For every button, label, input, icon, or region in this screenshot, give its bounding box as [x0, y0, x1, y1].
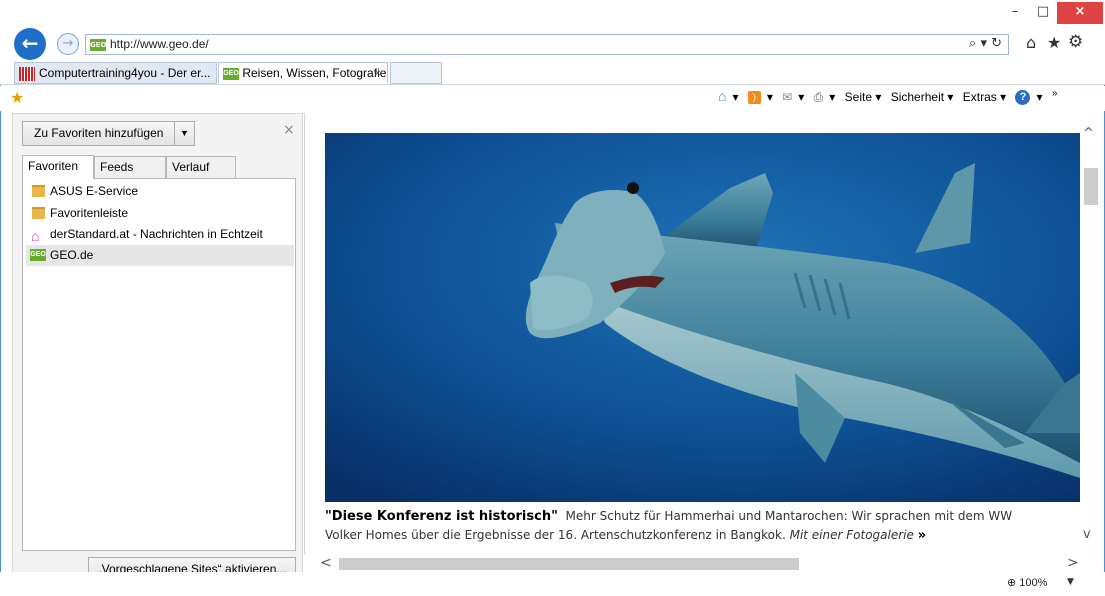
menu-sicherheit[interactable]: Sicherheit ▾ [891, 90, 954, 104]
rss-feed-icon[interactable]: ) [747, 91, 761, 105]
scroll-left-icon[interactable]: < [320, 555, 332, 571]
command-items: ⌂ ▾ ) ▾ ✉ ▾ ⎙ ▾ Seite ▾ Sicherheit ▾ Extras … [718, 88, 1063, 106]
geo-favicon-icon: GEO [90, 39, 107, 51]
scroll-up-icon[interactable]: ^ [1083, 126, 1094, 141]
minimize-button[interactable]: – [1001, 2, 1029, 24]
menu-extras[interactable]: Extras ▾ [963, 90, 1006, 104]
favorite-item-asus[interactable]: ASUS E-Service [26, 181, 294, 202]
tab-label: Reisen, Wissen, Fotografie: ... [242, 66, 388, 80]
print-icon[interactable]: ⎙ [814, 90, 824, 104]
tab-geo[interactable]: GEO Reisen, Wissen, Fotografie: ... × [218, 62, 388, 84]
address-search-refresh-icons[interactable]: ⌕ ▾ ↻ [969, 36, 1002, 51]
favorite-label: GEO.de [50, 248, 94, 262]
favorite-label: Favoritenleiste [50, 206, 129, 220]
tab-label: Computertraining4you - Der er... [39, 66, 211, 80]
folder-icon [32, 207, 45, 219]
favorites-star-icon[interactable]: ★ [1047, 33, 1061, 52]
status-bar [0, 572, 1105, 596]
home-icon[interactable]: ⌂ [1026, 33, 1036, 52]
menu-seite[interactable]: Seite ▾ [845, 90, 882, 104]
favorites-list: ASUS E-Service Favoritenleiste ⌂ derStan… [22, 178, 296, 551]
dropdown-icon[interactable]: ▾ [798, 90, 804, 104]
mail-icon[interactable]: ✉ [782, 90, 792, 104]
favorite-item-geo[interactable]: GEO GEO.de [26, 245, 294, 266]
forward-arrow-icon: → [62, 36, 74, 51]
back-button[interactable]: ← [14, 28, 46, 60]
add-favorites-bar-icon[interactable]: ★ [10, 88, 24, 107]
gallery-arrow[interactable]: » [918, 528, 926, 543]
hammerhead-shark-photo[interactable] [325, 133, 1080, 502]
split-divider [174, 122, 175, 145]
maximize-button[interactable]: □ [1029, 2, 1057, 24]
gallery-link[interactable]: Mit einer Fotogalerie [790, 528, 914, 542]
tab-close-icon[interactable]: × [374, 63, 381, 83]
site-stripes-icon [19, 66, 35, 81]
dropdown-icon[interactable]: ▼ [180, 122, 189, 145]
geo-favicon-icon: GEO [30, 249, 46, 261]
teaser-text-line1: Mehr Schutz für Hammerhai und Mantaroche… [565, 509, 1013, 523]
dropdown-icon[interactable]: ▾ [732, 90, 738, 104]
favorite-label: ASUS E-Service [50, 184, 139, 198]
help-icon[interactable]: ? [1015, 90, 1031, 106]
back-arrow-icon: ← [21, 31, 39, 55]
chevron-more-icon[interactable]: » [1052, 88, 1058, 99]
tab-computertraining[interactable]: Computertraining4you - Der er... [14, 62, 217, 84]
close-button[interactable]: × [1057, 2, 1103, 24]
add-to-favorites-button[interactable]: Zu Favoriten hinzufügen ▼ [22, 121, 195, 146]
teaser-text-line2: Volker Homes über die Ergebnisse der 16.… [325, 528, 786, 542]
home-icon[interactable]: ⌂ [718, 88, 726, 104]
new-tab-button[interactable] [390, 62, 442, 84]
zoom-value: 100% [1019, 577, 1048, 589]
tab-feeds[interactable]: Feeds [94, 156, 166, 178]
gear-icon[interactable]: ⚙ [1068, 32, 1083, 52]
dropdown-icon[interactable]: ▾ [1036, 90, 1042, 104]
zoom-level[interactable]: ⊕ 100% [1007, 576, 1047, 589]
horizontal-scroll-thumb[interactable] [339, 558, 799, 570]
forward-button[interactable]: → [57, 33, 79, 55]
zoom-icon: ⊕ [1007, 577, 1017, 589]
add-favorites-label: Zu Favoriten hinzufügen [34, 126, 164, 140]
favorite-item-favoritenleiste[interactable]: Favoritenleiste [26, 203, 294, 224]
panel-close-icon[interactable]: × [283, 122, 295, 138]
geo-favicon-icon: GEO [223, 67, 239, 80]
tab-favoriten[interactable]: Favoriten [22, 155, 94, 179]
vertical-scroll-thumb[interactable] [1084, 168, 1098, 205]
favorite-item-derstandard[interactable]: ⌂ derStandard.at - Nachrichten in Echtze… [26, 224, 294, 245]
address-bar[interactable]: GEO http://www.geo.de/ ⌕ ▾ ↻ [85, 34, 1009, 55]
tab-verlauf[interactable]: Verlauf [166, 156, 236, 178]
folder-icon [32, 185, 45, 197]
shark-illustration [325, 133, 1080, 502]
scroll-down-icon[interactable]: v [1083, 527, 1091, 542]
house-icon: ⌂ [31, 228, 40, 244]
dropdown-icon[interactable]: ▾ [829, 90, 835, 104]
favorite-label: derStandard.at - Nachrichten in Echtzeit [50, 227, 263, 241]
article-teaser[interactable]: "Diese Konferenz ist historisch" Mehr Sc… [325, 507, 1083, 547]
zoom-dropdown-icon[interactable]: ▼ [1067, 577, 1074, 587]
address-url[interactable]: http://www.geo.de/ [110, 37, 209, 51]
scroll-right-icon[interactable]: > [1067, 555, 1079, 571]
teaser-headline[interactable]: "Diese Konferenz ist historisch" [325, 509, 558, 524]
dropdown-icon[interactable]: ▾ [767, 90, 773, 104]
